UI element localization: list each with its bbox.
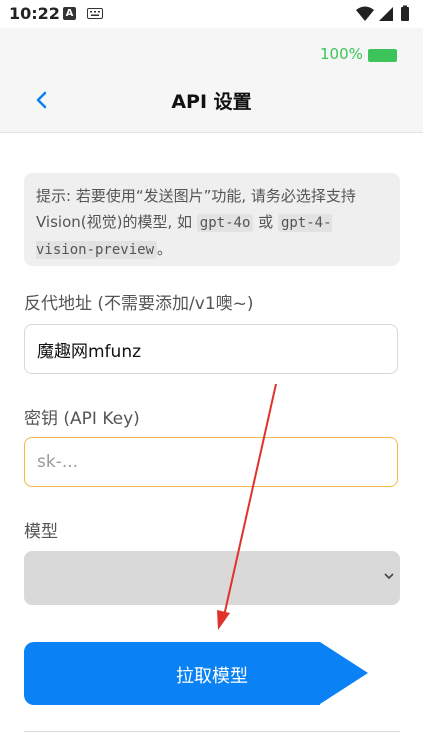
app-status-row: 上午10:22 100%	[0, 28, 423, 80]
api-key-label: 密钥 (API Key)	[24, 409, 140, 429]
page-header: API 设置	[0, 80, 423, 133]
page-title: API 设置	[171, 91, 252, 113]
system-tray-icons	[356, 5, 409, 21]
notification-a-icon: A	[63, 7, 76, 20]
app-status-time: 上午10:22	[26, 48, 100, 66]
hint-connector: 或	[258, 213, 274, 231]
wifi-icon	[356, 6, 374, 21]
bottom-divider	[24, 731, 400, 732]
battery-percent: 100%	[320, 45, 363, 63]
proxy-url-label: 反代地址 (不需要添加/v1噢~)	[24, 294, 254, 314]
system-time: 10:22	[9, 4, 60, 23]
battery-level-icon	[368, 49, 397, 62]
system-status-bar: 10:22 A	[0, 0, 423, 28]
battery-icon	[401, 7, 409, 21]
signal-icon	[379, 7, 393, 21]
fetch-models-button[interactable]: 拉取模型	[24, 642, 368, 705]
app-screen: 10:22 A 上午10:22 100% API 设置 提示: 若要使用“发送图…	[0, 0, 423, 753]
vision-hint-box: 提示: 若要使用“发送图片”功能, 请务必选择支持Vision(视觉)的模型, …	[24, 173, 400, 266]
model-select[interactable]	[24, 551, 400, 605]
hint-end: 。	[157, 240, 173, 258]
model-label: 模型	[24, 522, 58, 542]
chevron-down-icon	[384, 573, 394, 580]
hint-model-a: gpt-4o	[196, 214, 254, 232]
fetch-models-label: 拉取模型	[176, 666, 248, 687]
api-key-input[interactable]	[24, 437, 398, 487]
proxy-url-input[interactable]	[24, 324, 398, 374]
keyboard-icon	[87, 8, 103, 19]
